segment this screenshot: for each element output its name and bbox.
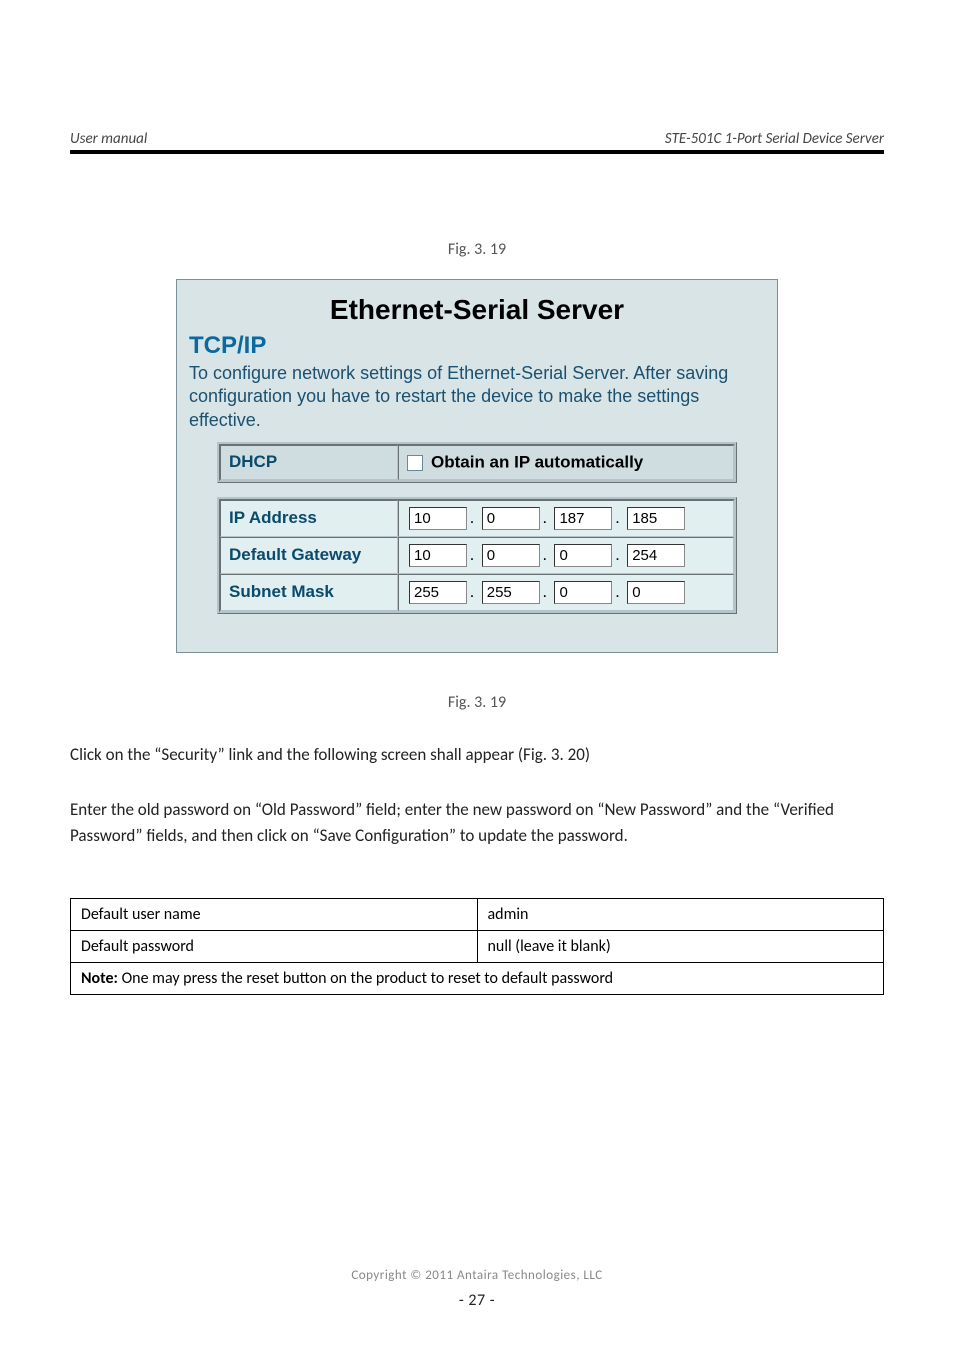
ip-settings-table: IP Address 10. 0. 187. 185 Default Gatew… bbox=[217, 497, 737, 614]
page-number: - 27 - bbox=[70, 1291, 884, 1310]
subnet-octet-input[interactable]: 255 bbox=[409, 581, 467, 604]
default-password-label: Default password bbox=[71, 931, 478, 963]
subnet-octet-input[interactable]: 0 bbox=[554, 581, 612, 604]
figure-caption-19b: Fig. 3. 19 bbox=[70, 693, 884, 712]
dhcp-table: DHCP Obtain an IP automatically bbox=[217, 442, 737, 483]
figure-caption-19a: Fig. 3. 19 bbox=[70, 240, 884, 259]
paragraph-security-link: Click on the “Security” link and the fol… bbox=[70, 742, 884, 768]
default-password-value: null (leave it blank) bbox=[477, 931, 884, 963]
page-footer: Copyright © 2011 Antaira Technologies, L… bbox=[70, 1268, 884, 1310]
header-divider bbox=[70, 150, 884, 154]
screenshot-title: Ethernet-Serial Server bbox=[177, 280, 777, 332]
subnet-mask-label: Subnet Mask bbox=[220, 574, 398, 611]
tcpip-description: To configure network settings of Etherne… bbox=[177, 360, 777, 442]
table-row: Default Gateway 10. 0. 0. 254 bbox=[220, 537, 734, 574]
default-username-label: Default user name bbox=[71, 899, 478, 931]
header-right: STE-501C 1-Port Serial Device Server bbox=[665, 130, 884, 148]
subnet-octet-input[interactable]: 0 bbox=[627, 581, 685, 604]
ip-octet-input[interactable]: 10 bbox=[409, 507, 467, 530]
default-credentials-table: Default user name admin Default password… bbox=[70, 898, 884, 995]
gateway-octet-input[interactable]: 10 bbox=[409, 544, 467, 567]
table-row: Subnet Mask 255. 255. 0. 0 bbox=[220, 574, 734, 611]
table-row: Default user name admin bbox=[71, 899, 884, 931]
reset-note: Note: One may press the reset button on … bbox=[71, 963, 884, 995]
copyright-text: Copyright © 2011 Antaira Technologies, L… bbox=[70, 1268, 884, 1283]
header-left: User manual bbox=[70, 130, 147, 148]
table-row: Note: One may press the reset button on … bbox=[71, 963, 884, 995]
dhcp-checkbox[interactable] bbox=[407, 455, 423, 471]
tcpip-section-heading: TCP/IP bbox=[177, 332, 777, 360]
tcpip-screenshot: Ethernet-Serial Server TCP/IP To configu… bbox=[176, 279, 778, 653]
gateway-octet-input[interactable]: 0 bbox=[482, 544, 540, 567]
table-row: Default password null (leave it blank) bbox=[71, 931, 884, 963]
gateway-octet-input[interactable]: 0 bbox=[554, 544, 612, 567]
default-username-value: admin bbox=[477, 899, 884, 931]
gateway-octet-input[interactable]: 254 bbox=[627, 544, 685, 567]
ip-octet-input[interactable]: 185 bbox=[627, 507, 685, 530]
dhcp-row-label: DHCP bbox=[229, 452, 277, 471]
default-gateway-label: Default Gateway bbox=[220, 537, 398, 574]
paragraph-password-instructions: Enter the old password on “Old Password”… bbox=[70, 797, 884, 848]
table-row: IP Address 10. 0. 187. 185 bbox=[220, 500, 734, 537]
subnet-octet-input[interactable]: 255 bbox=[482, 581, 540, 604]
ip-octet-input[interactable]: 0 bbox=[482, 507, 540, 530]
ip-address-label: IP Address bbox=[220, 500, 398, 537]
dhcp-obtain-label: Obtain an IP automatically bbox=[431, 453, 643, 472]
ip-octet-input[interactable]: 187 bbox=[554, 507, 612, 530]
